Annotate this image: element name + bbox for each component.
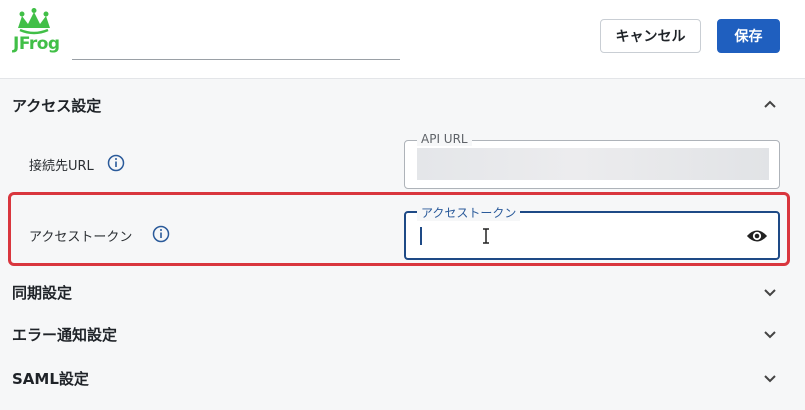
text-caret xyxy=(420,227,422,245)
top-bar: JFrog キャンセル 保存 xyxy=(0,0,805,79)
chevron-down-icon[interactable] xyxy=(762,326,778,342)
info-icon[interactable] xyxy=(107,154,125,172)
chevron-down-icon[interactable] xyxy=(762,370,778,386)
info-icon[interactable] xyxy=(152,225,170,243)
save-button[interactable]: 保存 xyxy=(717,19,780,53)
section-title: アクセス設定 xyxy=(12,96,102,115)
api-url-value xyxy=(417,148,769,180)
section-sync-settings[interactable]: 同期設定 xyxy=(0,272,805,312)
api-url-field[interactable]: API URL xyxy=(404,132,780,189)
access-token-row-label: アクセストークン xyxy=(29,230,133,245)
access-token-field-label: アクセストークン xyxy=(417,204,521,221)
jfrog-logo: JFrog xyxy=(12,8,62,64)
cancel-button[interactable]: キャンセル xyxy=(600,19,701,53)
section-title: エラー通知設定 xyxy=(12,325,118,344)
text-cursor-icon xyxy=(483,228,489,244)
section-access-settings[interactable]: アクセス設定 xyxy=(0,85,805,125)
access-token-input[interactable]: アクセストークン xyxy=(404,204,780,260)
section-error-notification-settings[interactable]: エラー通知設定 xyxy=(0,314,805,354)
eye-icon[interactable] xyxy=(746,227,768,245)
section-saml-settings[interactable]: SAML設定 xyxy=(0,358,805,398)
logo-text: JFrog xyxy=(13,34,60,54)
section-title: SAML設定 xyxy=(12,369,89,388)
chevron-down-icon[interactable] xyxy=(762,284,778,300)
name-input[interactable] xyxy=(72,28,400,60)
section-title: 同期設定 xyxy=(12,283,73,302)
chevron-up-icon[interactable] xyxy=(762,97,778,113)
api-url-field-label: API URL xyxy=(417,132,472,146)
api-url-row-label: 接続先URL xyxy=(29,159,94,174)
